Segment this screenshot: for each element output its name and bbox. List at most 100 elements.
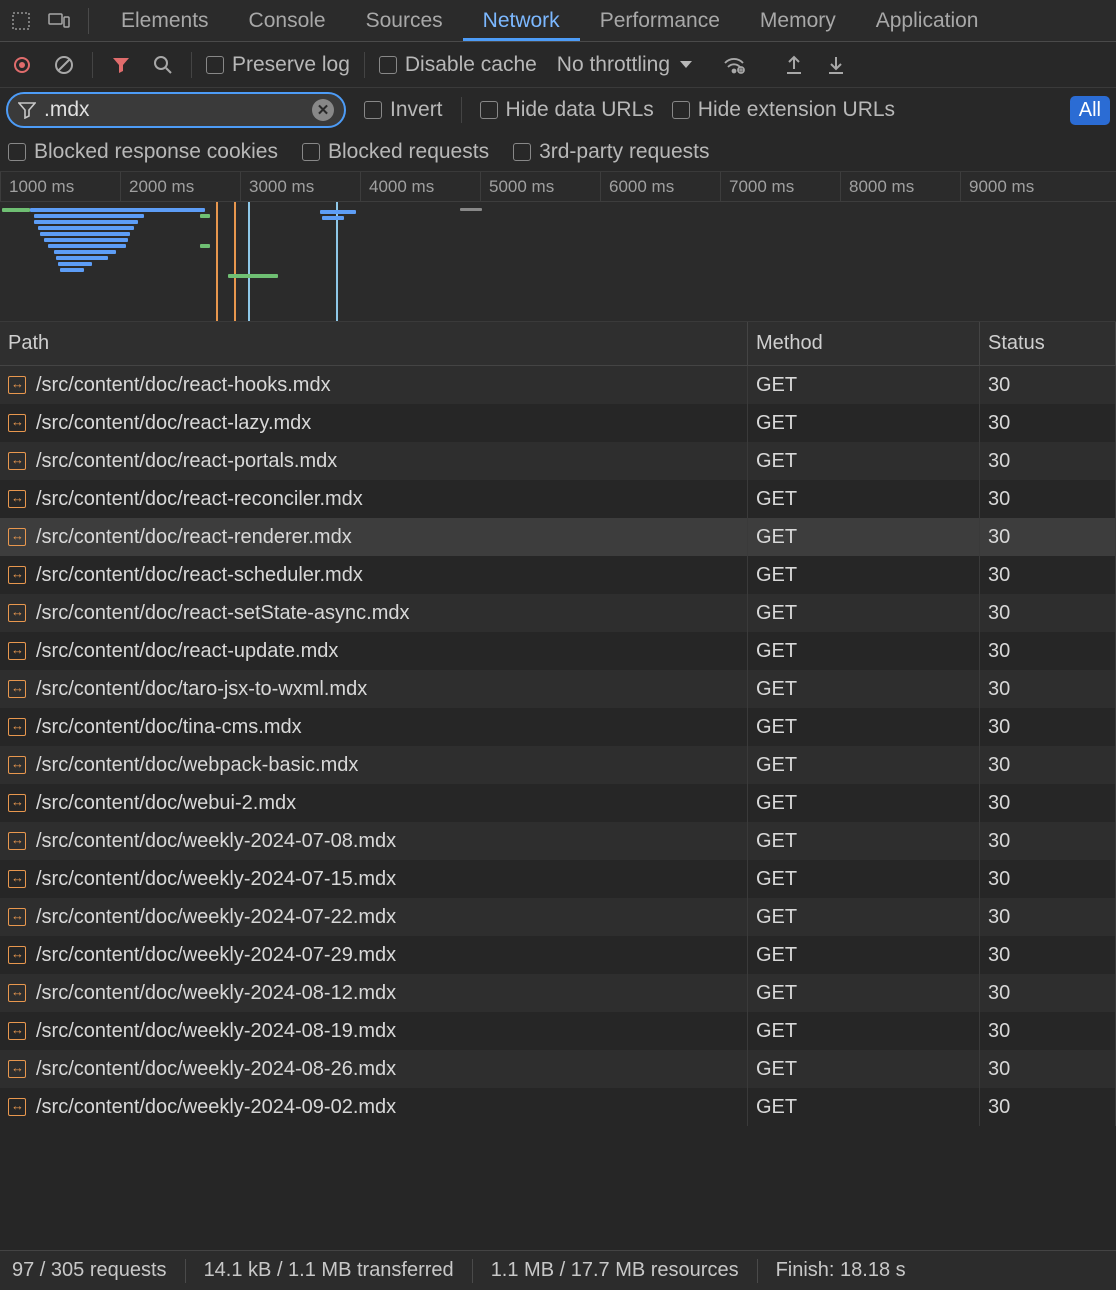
network-conditions-icon[interactable] <box>720 51 748 79</box>
separator <box>185 1259 186 1283</box>
request-method: GET <box>748 708 980 746</box>
request-method: GET <box>748 822 980 860</box>
request-method: GET <box>748 366 980 404</box>
request-status: 30 <box>980 1012 1116 1050</box>
request-status: 30 <box>980 1050 1116 1088</box>
fetch-icon <box>8 946 26 964</box>
table-row[interactable]: /src/content/doc/webui-2.mdxGET30 <box>0 784 1116 822</box>
record-icon[interactable] <box>8 51 36 79</box>
table-row[interactable]: /src/content/doc/react-portals.mdxGET30 <box>0 442 1116 480</box>
clear-filter-icon[interactable]: ✕ <box>312 99 334 121</box>
table-row[interactable]: /src/content/doc/webpack-basic.mdxGET30 <box>0 746 1116 784</box>
table-row[interactable]: /src/content/doc/weekly-2024-08-26.mdx GE… <box>0 1050 1116 1088</box>
table-row[interactable]: /src/content/doc/weekly-2024-07-15.mdxGE… <box>0 860 1116 898</box>
third-party-checkbox[interactable]: 3rd-party requests <box>513 140 709 164</box>
throttling-select[interactable]: No throttling <box>557 53 692 77</box>
status-transferred: 14.1 kB / 1.1 MB transferred <box>204 1259 454 1282</box>
request-status: 30 <box>980 898 1116 936</box>
preserve-log-label: Preserve log <box>232 53 350 77</box>
table-row[interactable]: /src/content/doc/weekly-2024-08-19.mdx GE… <box>0 1012 1116 1050</box>
col-status[interactable]: Status <box>980 322 1116 365</box>
inspect-icon[interactable] <box>4 6 38 36</box>
device-toolbar-icon[interactable] <box>42 6 76 36</box>
table-row[interactable]: /src/content/doc/weekly-2024-08-12.mdxGE… <box>0 974 1116 1012</box>
filter-input[interactable]: .mdx ✕ <box>6 92 346 128</box>
request-path: /src/content/doc/weekly-2024-09-02.mdx <box>36 1096 396 1119</box>
waterfall <box>0 202 1116 322</box>
col-path[interactable]: Path <box>0 322 748 365</box>
request-status: 30 <box>980 784 1116 822</box>
hide-data-urls-checkbox[interactable]: Hide data URLs <box>480 98 654 122</box>
request-path: /src/content/doc/weekly-2024-07-29.mdx <box>36 944 396 967</box>
tab-sources[interactable]: Sources <box>346 0 463 41</box>
timeline-tick: 2000 ms <box>120 172 240 201</box>
table-row[interactable]: /src/content/doc/react-lazy.mdxGET30 <box>0 404 1116 442</box>
table-row[interactable]: /src/content/doc/react-renderer.mdxGET30 <box>0 518 1116 556</box>
network-timeline[interactable]: 1000 ms2000 ms3000 ms4000 ms5000 ms6000 … <box>0 172 1116 322</box>
request-path: /src/content/doc/react-portals.mdx <box>36 450 337 473</box>
clear-icon[interactable] <box>50 51 78 79</box>
network-table-body[interactable]: /src/content/doc/react-hooks.mdxGET30/sr… <box>0 366 1116 1250</box>
hide-extension-urls-checkbox[interactable]: Hide extension URLs <box>672 98 895 122</box>
invert-filter-checkbox[interactable]: Invert <box>364 98 443 122</box>
tab-application[interactable]: Application <box>856 0 999 41</box>
table-row[interactable]: /src/content/doc/weekly-2024-07-29.mdxGE… <box>0 936 1116 974</box>
fetch-icon <box>8 642 26 660</box>
fetch-icon <box>8 414 26 432</box>
filter-icon[interactable] <box>107 51 135 79</box>
table-row[interactable]: /src/content/doc/weekly-2024-09-02.mdxGE… <box>0 1088 1116 1126</box>
table-row[interactable]: /src/content/doc/react-scheduler.mdxGET3… <box>0 556 1116 594</box>
request-path: /src/content/doc/weekly-2024-07-22.mdx <box>36 906 396 929</box>
fetch-icon <box>8 1060 26 1078</box>
filter-bar-2: Blocked response cookies Blocked request… <box>0 132 1116 172</box>
preserve-log-checkbox[interactable]: Preserve log <box>206 53 350 77</box>
network-toolbar: Preserve log Disable cache No throttling <box>0 42 1116 88</box>
separator <box>364 52 365 78</box>
request-status: 30 <box>980 480 1116 518</box>
request-status: 30 <box>980 594 1116 632</box>
table-row[interactable]: /src/content/doc/weekly-2024-07-08.mdx GE… <box>0 822 1116 860</box>
disable-cache-label: Disable cache <box>405 53 537 77</box>
table-row[interactable]: /src/content/doc/react-setState-async.md… <box>0 594 1116 632</box>
tab-console[interactable]: Console <box>229 0 346 41</box>
request-path: /src/content/doc/react-update.mdx <box>36 640 338 663</box>
table-row[interactable]: /src/content/doc/weekly-2024-07-22.mdx GE… <box>0 898 1116 936</box>
request-path: /src/content/doc/taro-jsx-to-wxml.mdx <box>36 678 367 701</box>
table-row[interactable]: /src/content/doc/react-update.mdxGET30 <box>0 632 1116 670</box>
request-method: GET <box>748 1012 980 1050</box>
request-method: GET <box>748 1050 980 1088</box>
col-method[interactable]: Method <box>748 322 980 365</box>
import-har-icon[interactable] <box>822 51 850 79</box>
tab-performance[interactable]: Performance <box>580 0 740 41</box>
blocked-cookies-checkbox[interactable]: Blocked response cookies <box>8 140 278 164</box>
separator <box>757 1259 758 1283</box>
request-method: GET <box>748 898 980 936</box>
tab-memory[interactable]: Memory <box>740 0 856 41</box>
timeline-tick: 3000 ms <box>240 172 360 201</box>
export-har-icon[interactable] <box>780 51 808 79</box>
request-path: /src/content/doc/weekly-2024-07-08.mdx <box>36 830 396 853</box>
table-row[interactable]: /src/content/doc/tina-cms.mdxGET30 <box>0 708 1116 746</box>
request-status: 30 <box>980 556 1116 594</box>
fetch-icon <box>8 832 26 850</box>
table-row[interactable]: /src/content/doc/taro-jsx-to-wxml.mdxGET… <box>0 670 1116 708</box>
tab-network[interactable]: Network <box>463 0 580 41</box>
fetch-icon <box>8 680 26 698</box>
request-status: 30 <box>980 708 1116 746</box>
separator <box>472 1259 473 1283</box>
type-filter-all[interactable]: All <box>1070 96 1110 125</box>
request-path: /src/content/doc/react-renderer.mdx <box>36 526 352 549</box>
table-row[interactable]: /src/content/doc/react-reconciler.mdxGET… <box>0 480 1116 518</box>
funnel-icon <box>18 101 36 119</box>
tab-elements[interactable]: Elements <box>101 0 229 41</box>
fetch-icon <box>8 1098 26 1116</box>
request-path: /src/content/doc/weekly-2024-08-26.mdx <box>36 1058 396 1081</box>
separator <box>461 97 462 123</box>
request-status: 30 <box>980 746 1116 784</box>
disable-cache-checkbox[interactable]: Disable cache <box>379 53 537 77</box>
status-bar: 97 / 305 requests 14.1 kB / 1.1 MB trans… <box>0 1250 1116 1290</box>
search-icon[interactable] <box>149 51 177 79</box>
table-row[interactable]: /src/content/doc/react-hooks.mdxGET30 <box>0 366 1116 404</box>
blocked-requests-checkbox[interactable]: Blocked requests <box>302 140 489 164</box>
request-path: /src/content/doc/weekly-2024-08-19.mdx <box>36 1020 396 1043</box>
